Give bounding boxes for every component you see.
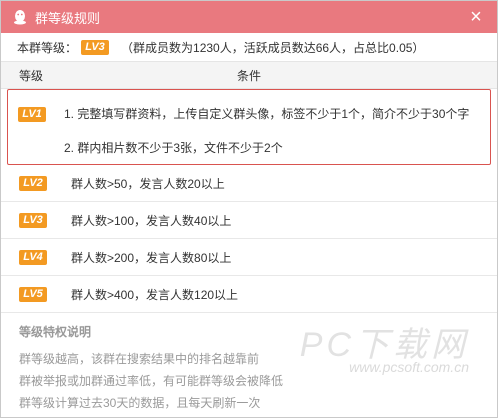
condition-line: 群人数>400，发言人数120以上 bbox=[71, 287, 239, 302]
note-line: 群等级计算过去30天的数据，且每天刷新一次 bbox=[19, 396, 261, 410]
title-bar: 群等级规则 × bbox=[1, 1, 497, 33]
qq-penguin-icon bbox=[11, 8, 29, 26]
table-header: 等级 条件 bbox=[1, 61, 497, 89]
condition-line: 群人数>100，发言人数40以上 bbox=[71, 213, 232, 228]
condition-line: 1. 完整填写群资料，上传自定义群头像，标签不少于1个，简介不少于30个字 bbox=[64, 107, 470, 121]
level-row-lv3: LV3 群人数>100，发言人数40以上 bbox=[1, 202, 497, 239]
current-level-badge: LV3 bbox=[81, 39, 110, 55]
notes-title: 等级特权说明 bbox=[19, 325, 92, 339]
level-badge: LV1 bbox=[18, 107, 46, 122]
level-badge: LV5 bbox=[19, 287, 47, 302]
condition-line: 2. 群内相片数不少于3张，文件不少于2个 bbox=[64, 141, 283, 155]
condition-column-header: 条件 bbox=[236, 68, 261, 83]
current-level-label: 本群等级： bbox=[17, 40, 78, 55]
level-conditions: 1. 完整填写群资料，上传自定义群头像，标签不少于1个，简介不少于30个字 2.… bbox=[52, 100, 490, 162]
note-line: 群被举报或加群通过率低，有可能群等级会被降低 bbox=[19, 374, 284, 388]
level-privileges-notes: 等级特权说明 群等级越高，该群在搜索结果中的排名越靠前 群被举报或加群通过率低，… bbox=[1, 313, 497, 414]
level-badge: LV2 bbox=[19, 176, 47, 191]
note-line: 群等级越高，该群在搜索结果中的排名越靠前 bbox=[19, 352, 260, 366]
level-row-lv4: LV4 群人数>200，发言人数80以上 bbox=[1, 239, 497, 276]
level-row-lv2: LV2 群人数>50，发言人数20以上 bbox=[1, 165, 497, 202]
level-column-header: 等级 bbox=[19, 68, 44, 83]
close-icon: × bbox=[470, 6, 482, 28]
close-button[interactable]: × bbox=[465, 6, 487, 28]
window-title: 群等级规则 bbox=[35, 10, 101, 26]
group-level-rules-window: 群等级规则 × 本群等级： LV3 （群成员数为1230人，活跃成员数达66人，… bbox=[0, 0, 498, 418]
condition-line: 群人数>200，发言人数80以上 bbox=[71, 250, 232, 265]
condition-line: 群人数>50，发言人数20以上 bbox=[71, 176, 225, 191]
group-stats-text: （群成员数为1230人，活跃成员数达66人，占总比0.05） bbox=[121, 40, 425, 55]
level-badge: LV4 bbox=[19, 250, 47, 265]
level-row-lv1: LV1 1. 完整填写群资料，上传自定义群头像，标签不少于1个，简介不少于30个… bbox=[7, 89, 491, 165]
level-row-lv5: LV5 群人数>400，发言人数120以上 bbox=[1, 276, 497, 313]
group-level-summary: 本群等级： LV3 （群成员数为1230人，活跃成员数达66人，占总比0.05） bbox=[1, 33, 497, 61]
level-badge: LV3 bbox=[19, 213, 47, 228]
